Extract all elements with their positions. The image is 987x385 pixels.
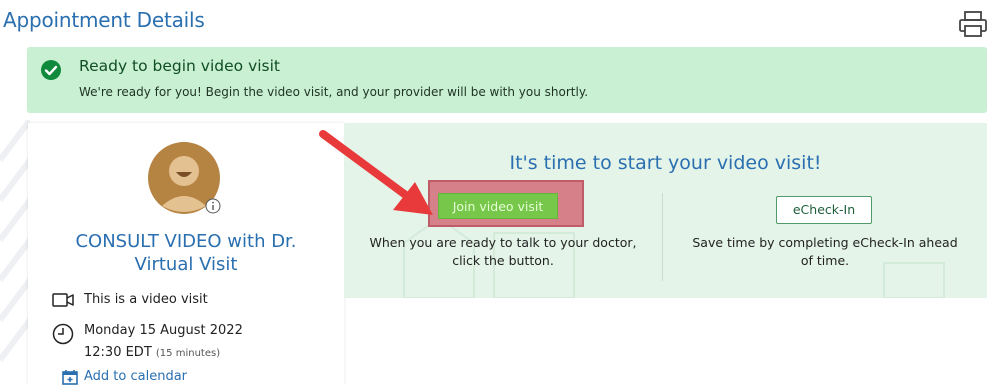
appointment-time: 12:30 EDT (15 minutes) bbox=[84, 345, 220, 360]
banner-title: Ready to begin video visit bbox=[79, 57, 281, 75]
page-title: Appointment Details bbox=[3, 8, 205, 32]
decorative-background-lines bbox=[0, 120, 30, 362]
visit-title: CONSULT VIDEO with Dr. Virtual Visit bbox=[28, 230, 344, 276]
echeck-instructions-line1: Save time by completing eCheck-In ahead bbox=[692, 235, 958, 250]
info-icon[interactable] bbox=[205, 198, 221, 214]
status-banner: Ready to begin video visit We're ready f… bbox=[27, 47, 987, 113]
visit-title-line2: Virtual Visit bbox=[134, 254, 238, 275]
video-visit-panel: It's time to start your video visit! Joi… bbox=[344, 123, 987, 298]
check-circle-icon bbox=[41, 60, 61, 80]
join-instructions-line2: click the button. bbox=[452, 253, 554, 268]
echeck-instructions-line2: of time. bbox=[800, 253, 850, 268]
video-camera-icon bbox=[52, 293, 74, 307]
appointment-card: CONSULT VIDEO with Dr. Virtual Visit Thi… bbox=[28, 123, 344, 385]
calendar-add-icon bbox=[62, 370, 78, 385]
add-to-calendar-link[interactable]: Add to calendar bbox=[84, 369, 187, 384]
appointment-date: Monday 15 August 2022 bbox=[84, 323, 243, 338]
video-visit-label: This is a video visit bbox=[84, 292, 208, 307]
echeck-instructions: Save time by completing eCheck-In ahead … bbox=[663, 234, 987, 270]
printer-icon[interactable] bbox=[958, 10, 987, 38]
video-visit-heading: It's time to start your video visit! bbox=[509, 152, 822, 174]
echeck-in-button[interactable]: eCheck-In bbox=[776, 196, 872, 224]
duration-value: (15 minutes) bbox=[155, 348, 221, 359]
visit-title-line1: CONSULT VIDEO with Dr. bbox=[75, 231, 297, 252]
join-instructions: When you are ready to talk to your docto… bbox=[344, 234, 662, 270]
join-video-visit-button[interactable]: Join video visit bbox=[438, 193, 558, 219]
join-instructions-line1: When you are ready to talk to your docto… bbox=[369, 235, 637, 250]
banner-message: We're ready for you! Begin the video vis… bbox=[79, 85, 589, 99]
appointment-details-page: Appointment Details Ready to begin video… bbox=[0, 0, 987, 385]
clock-icon bbox=[52, 323, 74, 345]
time-value: 12:30 EDT bbox=[84, 345, 152, 360]
